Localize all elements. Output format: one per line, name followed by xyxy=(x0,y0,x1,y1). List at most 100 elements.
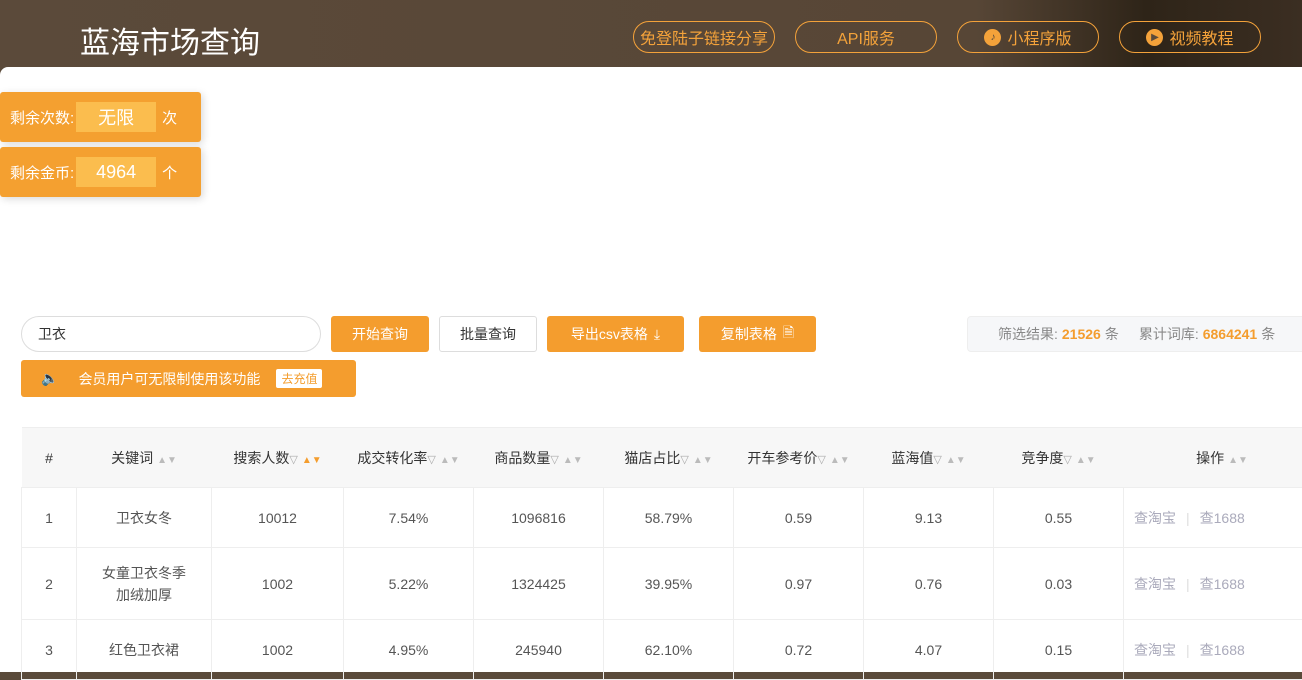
cell-kw: 红色卫衣裙 xyxy=(77,620,212,680)
filter-icon[interactable]: ▽ xyxy=(817,454,825,466)
col-search[interactable]: 搜索人数▽ ▲▼ xyxy=(212,428,344,488)
col-price[interactable]: 开车参考价▽ ▲▼ xyxy=(734,428,864,488)
document-icon: 🗎 xyxy=(783,322,794,346)
mini-program-label: 小程序版 xyxy=(1007,25,1071,49)
header-label: 猫店占比 xyxy=(624,450,680,466)
col-goods[interactable]: 商品数量▽▲▼ xyxy=(474,428,604,488)
header-label: 成交转化率 xyxy=(357,450,427,466)
sort-icon[interactable]: ▲▼ xyxy=(693,455,713,466)
table-row: 2女童卫衣冬季加绒加厚10025.22%132442539.95%0.970.7… xyxy=(22,548,1302,620)
play-icon: ▶ xyxy=(1146,29,1163,46)
taobao-link[interactable]: 查淘宝 xyxy=(1134,642,1176,658)
1688-link[interactable]: 查1688 xyxy=(1200,642,1245,658)
sort-icon[interactable]: ▲▼ xyxy=(1228,455,1248,466)
recharge-button[interactable]: 去充值 xyxy=(276,369,322,388)
cell-price: 0.72 xyxy=(734,620,864,680)
cell-goods: 1096816 xyxy=(474,488,604,548)
col-index: # xyxy=(22,428,77,488)
header-label: 搜索人数 xyxy=(233,450,289,466)
cell-kw: 卫衣女冬 xyxy=(77,488,212,548)
stat-unit: 次 xyxy=(162,107,177,128)
sort-icon[interactable]: ▲▼ xyxy=(302,455,322,466)
col-blue[interactable]: 蓝海值▽ ▲▼ xyxy=(864,428,994,488)
batch-query-button[interactable]: 批量查询 xyxy=(439,316,537,352)
cell-n: 2 xyxy=(22,548,77,620)
total-unit: 条 xyxy=(1261,324,1275,344)
cell-comp: 0.03 xyxy=(994,548,1124,620)
cell-tmall: 58.79% xyxy=(604,488,734,548)
cell-actions: 查淘宝|查1688 xyxy=(1124,620,1302,680)
filter-icon[interactable]: ▽ xyxy=(289,454,297,466)
filter-icon[interactable]: ▽ xyxy=(1063,454,1071,466)
cell-goods: 1324425 xyxy=(474,548,604,620)
sort-icon[interactable]: ▲▼ xyxy=(563,455,583,466)
mini-program-button[interactable]: ♪ 小程序版 xyxy=(957,21,1099,53)
total-label: 累计词库: xyxy=(1139,324,1199,344)
copy-table-label: 复制表格 xyxy=(721,324,777,344)
remaining-coins: 剩余金币:4964个 xyxy=(0,147,201,197)
header-label: # xyxy=(45,450,53,466)
copy-table-button[interactable]: 复制表格 🗎 xyxy=(699,316,816,352)
result-counts: 筛选结果:21526条 累计词库:6864241条 xyxy=(967,316,1302,352)
share-link-button[interactable]: 免登陆子链接分享 xyxy=(633,21,775,53)
cell-blue: 4.07 xyxy=(864,620,994,680)
col-competition[interactable]: 竞争度▽▲▼ xyxy=(994,428,1124,488)
video-tutorial-label: 视频教程 xyxy=(1169,25,1233,49)
sort-icon[interactable]: ▲▼ xyxy=(1076,455,1096,466)
header-label: 开车参考价 xyxy=(747,450,817,466)
cell-actions: 查淘宝|查1688 xyxy=(1124,548,1302,620)
cell-goods: 245940 xyxy=(474,620,604,680)
1688-link[interactable]: 查1688 xyxy=(1200,576,1245,592)
total-value: 6864241 xyxy=(1203,326,1258,342)
cell-tmall: 39.95% xyxy=(604,548,734,620)
cell-n: 1 xyxy=(22,488,77,548)
sort-icon[interactable]: ▲▼ xyxy=(157,455,177,466)
col-actions[interactable]: 操作 ▲▼ xyxy=(1124,428,1302,488)
col-tmall[interactable]: 猫店占比▽ ▲▼ xyxy=(604,428,734,488)
share-link-label: 免登陆子链接分享 xyxy=(640,25,768,49)
video-tutorial-button[interactable]: ▶ 视频教程 xyxy=(1119,21,1261,53)
mini-program-icon: ♪ xyxy=(984,29,1001,46)
speaker-icon: 🔈 xyxy=(41,370,58,387)
cell-price: 0.97 xyxy=(734,548,864,620)
cell-comp: 0.15 xyxy=(994,620,1124,680)
stat-value: 无限 xyxy=(76,102,156,132)
filter-icon[interactable]: ▽ xyxy=(933,454,941,466)
filter-icon[interactable]: ▽ xyxy=(550,454,558,466)
filter-icon[interactable]: ▽ xyxy=(427,454,435,466)
start-query-button[interactable]: 开始查询 xyxy=(331,316,429,352)
export-csv-button[interactable]: 导出csv表格⤓ xyxy=(547,316,684,352)
notice-text: 会员用户可无限制使用该功能 xyxy=(78,369,260,389)
taobao-link[interactable]: 查淘宝 xyxy=(1134,510,1176,526)
header: 蓝海市场查询 免登陆子链接分享 API服务 ♪小程序版 ▶视频教程 xyxy=(0,0,1302,67)
header-label: 关键词 xyxy=(111,450,153,466)
taobao-link[interactable]: 查淘宝 xyxy=(1134,576,1176,592)
batch-query-label: 批量查询 xyxy=(460,324,516,344)
table-header: # 关键词▲▼ 搜索人数▽▲▼ 成交转化率▽▲▼ 商品数量▽▲▼ 猫店占比▽▲▼… xyxy=(22,428,1302,488)
sort-icon[interactable]: ▲▼ xyxy=(830,455,850,466)
1688-link[interactable]: 查1688 xyxy=(1200,510,1245,526)
start-query-label: 开始查询 xyxy=(352,324,408,344)
table-row: 1卫衣女冬100127.54%109681658.79%0.599.130.55… xyxy=(22,488,1302,548)
col-conversion[interactable]: 成交转化率▽ ▲▼ xyxy=(344,428,474,488)
keyword-table: # 关键词▲▼ 搜索人数▽▲▼ 成交转化率▽▲▼ 商品数量▽▲▼ 猫店占比▽▲▼… xyxy=(21,427,1302,680)
table-row: 3红色卫衣裙10024.95%24594062.10%0.724.070.15查… xyxy=(22,620,1302,680)
search-input[interactable] xyxy=(21,316,321,352)
cell-conv: 4.95% xyxy=(344,620,474,680)
header-label: 操作 xyxy=(1196,450,1224,466)
header-label: 蓝海值 xyxy=(891,450,933,466)
filter-icon[interactable]: ▽ xyxy=(680,454,688,466)
cell-n: 3 xyxy=(22,620,77,680)
sort-icon[interactable]: ▲▼ xyxy=(946,455,966,466)
sort-icon[interactable]: ▲▼ xyxy=(440,455,460,466)
member-notice: 🔈 会员用户可无限制使用该功能 去充值 xyxy=(21,360,356,397)
stat-label: 剩余金币: xyxy=(10,162,74,183)
col-keyword[interactable]: 关键词 ▲▼ xyxy=(77,428,212,488)
api-service-button[interactable]: API服务 xyxy=(795,21,937,53)
cell-price: 0.59 xyxy=(734,488,864,548)
cell-blue: 0.76 xyxy=(864,548,994,620)
filter-unit: 条 xyxy=(1105,324,1119,344)
filter-value: 21526 xyxy=(1062,326,1101,342)
filter-label: 筛选结果: xyxy=(998,324,1058,344)
stat-label: 剩余次数: xyxy=(10,107,74,128)
